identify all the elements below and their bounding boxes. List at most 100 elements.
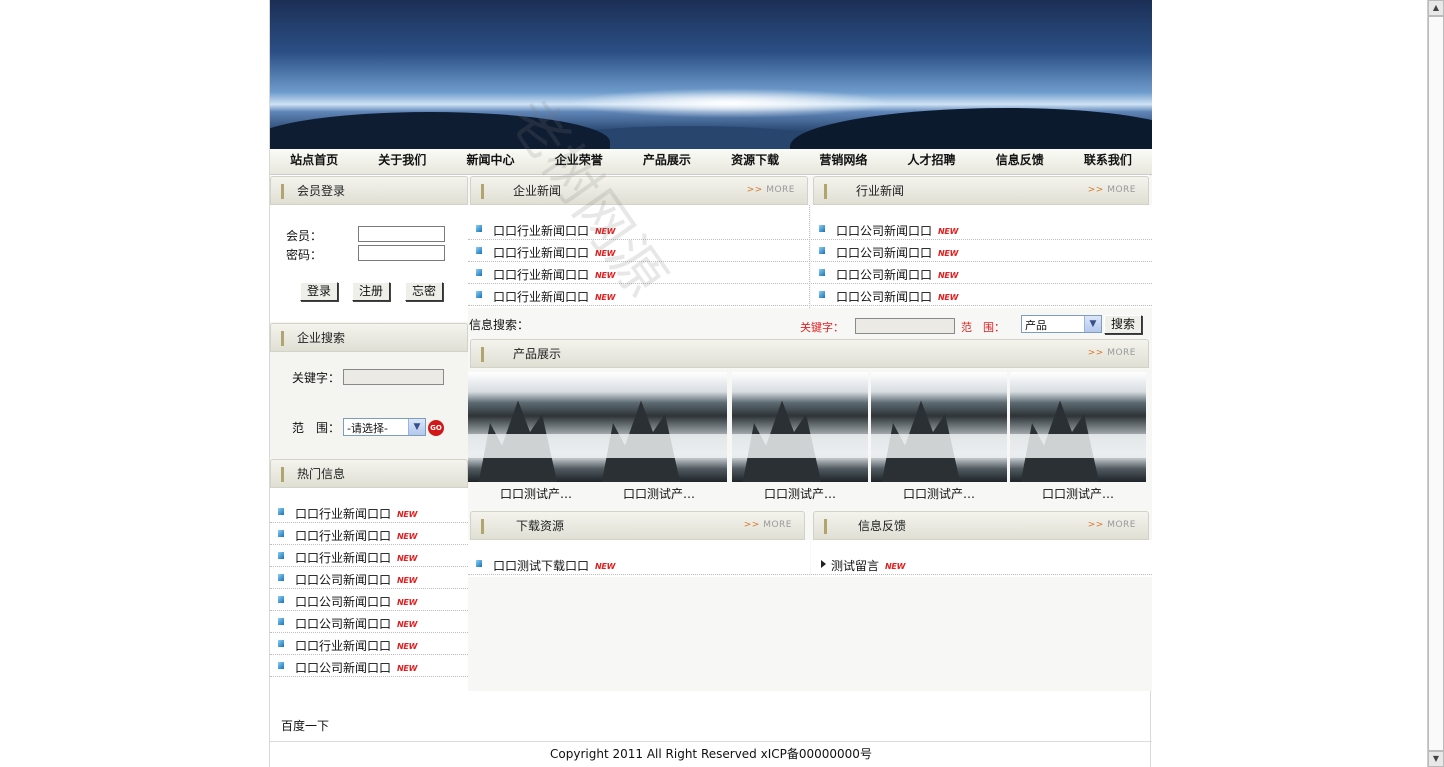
page-container: 站点首页 关于我们 新闻中心 企业荣誉 产品展示 资源下载 营销网络 人才招聘 … [269,0,1152,767]
company-keyword-input[interactable] [343,369,444,385]
product-caption[interactable]: 口口测试产… [1010,485,1146,502]
product-image[interactable] [732,372,868,482]
bullet-icon [819,269,825,276]
new-badge: NEW [397,532,418,541]
nav-feedback[interactable]: 信息反馈 [976,149,1064,174]
products-more-link[interactable]: >> MORE [1088,348,1136,358]
hot-info-header: 热门信息 [270,459,468,488]
login-button[interactable]: 登录 [300,282,339,301]
info-scope-select[interactable]: 产品 ▼ [1021,315,1102,333]
scroll-up-icon[interactable]: ▲ [1428,0,1444,16]
footer-link[interactable]: 百度一下 [281,717,329,734]
vertical-scrollbar[interactable]: ▲ ▼ [1427,0,1444,767]
list-item[interactable]: 口口公司新闻口口 NEW [811,218,1152,240]
list-item[interactable]: 口口测试下载口口 NEW [468,553,810,575]
nav-home[interactable]: 站点首页 [270,149,358,174]
product-card[interactable]: 口口测试产… [871,372,1007,502]
product-card[interactable]: 口口测试产… [468,372,604,502]
header-bar-icon [481,347,484,362]
products-header: 产品展示 >> MORE [470,339,1149,368]
header-bar-icon [481,519,484,534]
downloads-list: 口口测试下载口口 NEW [468,540,810,577]
register-button[interactable]: 注册 [352,282,391,301]
list-item[interactable]: 口口行业新闻口口 NEW [270,633,468,655]
new-badge: NEW [397,576,418,585]
list-item[interactable]: 口口行业新闻口口 NEW [468,218,810,240]
scroll-down-icon[interactable]: ▼ [1428,751,1444,767]
product-caption[interactable]: 口口测试产… [591,485,727,502]
product-caption[interactable]: 口口测试产… [871,485,1007,502]
industry-news-more-link[interactable]: >> MORE [1088,185,1136,195]
forgot-password-button[interactable]: 忘密 [405,282,444,301]
product-card[interactable]: 口口测试产… [591,372,727,502]
product-caption[interactable]: 口口测试产… [468,485,604,502]
feedback-more-link[interactable]: >> MORE [1088,520,1136,530]
company-news-header: 企业新闻 >> MORE [470,176,808,205]
bullet-icon [278,640,284,647]
product-image[interactable] [468,372,604,482]
new-badge: NEW [938,271,959,280]
feedback-list: 测试留言 NEW [811,540,1152,577]
nav-products[interactable]: 产品展示 [623,149,711,174]
nav-about[interactable]: 关于我们 [358,149,446,174]
info-keyword-input[interactable] [855,318,955,334]
company-scope-select[interactable]: -请选择- ▼ [343,418,426,436]
list-item[interactable]: 口口行业新闻口口 NEW [468,262,810,284]
list-item[interactable]: 口口公司新闻口口 NEW [270,655,468,677]
go-button[interactable]: GO [428,420,444,436]
username-input[interactable] [358,226,445,242]
product-caption[interactable]: 口口测试产… [732,485,868,502]
industry-news-list: 口口公司新闻口口 NEW 口口公司新闻口口 NEW 口口公司新闻口口 NEW 口口公司… [811,205,1152,308]
new-badge: NEW [595,249,616,258]
list-item[interactable]: 口口公司新闻口口 NEW [811,240,1152,262]
list-item[interactable]: 口口公司新闻口口 NEW [270,611,468,633]
main-nav: 站点首页 关于我们 新闻中心 企业荣誉 产品展示 资源下载 营销网络 人才招聘 … [270,149,1152,175]
new-badge: NEW [938,249,959,258]
nav-news[interactable]: 新闻中心 [446,149,534,174]
product-card[interactable]: 口口测试产… [732,372,868,502]
new-badge: NEW [595,293,616,302]
list-item[interactable]: 口口行业新闻口口 NEW [270,523,468,545]
password-input[interactable] [358,245,445,261]
nav-contact[interactable]: 联系我们 [1064,149,1152,174]
header-banner [270,0,1152,149]
product-card[interactable]: 口口测试产… [1010,372,1146,502]
nav-downloads[interactable]: 资源下载 [711,149,799,174]
new-badge: NEW [938,227,959,236]
product-image[interactable] [591,372,727,482]
new-badge: NEW [397,554,418,563]
list-item[interactable]: 口口行业新闻口口 NEW [270,545,468,567]
list-item[interactable]: 口口行业新闻口口 NEW [270,501,468,523]
list-item[interactable]: 口口行业新闻口口 NEW [468,284,810,306]
login-header: 会员登录 [270,176,468,205]
bullet-icon [278,596,284,603]
info-search-button[interactable]: 搜索 [1104,315,1143,334]
info-scope-value: 产品 [1025,319,1047,332]
new-badge: NEW [595,227,616,236]
bullet-icon [278,574,284,581]
new-badge: NEW [397,642,418,651]
product-image[interactable] [1010,372,1146,482]
list-item[interactable]: 口口公司新闻口口 NEW [811,284,1152,306]
new-badge: NEW [938,293,959,302]
list-item[interactable]: 口口行业新闻口口 NEW [468,240,810,262]
industry-news-title: 行业新闻 [856,184,905,198]
feedback-title: 信息反馈 [858,519,907,533]
downloads-more-link[interactable]: >> MORE [744,520,792,530]
bullet-icon [476,247,482,254]
nav-jobs[interactable]: 人才招聘 [887,149,975,174]
bullet-icon [819,247,825,254]
header-bar-icon [281,331,284,346]
list-item[interactable]: 测试留言 NEW [811,553,1152,575]
nav-marketing[interactable]: 营销网络 [799,149,887,174]
list-item[interactable]: 口口公司新闻口口 NEW [270,567,468,589]
new-badge: NEW [397,510,418,519]
list-item[interactable]: 口口公司新闻口口 NEW [811,262,1152,284]
list-item[interactable]: 口口公司新闻口口 NEW [270,589,468,611]
product-image[interactable] [871,372,1007,482]
scroll-thumb[interactable] [1428,16,1444,751]
company-news-more-link[interactable]: >> MORE [747,185,795,195]
nav-honor[interactable]: 企业荣誉 [535,149,623,174]
bullet-icon [278,508,284,515]
company-search-header: 企业搜索 [270,323,468,352]
